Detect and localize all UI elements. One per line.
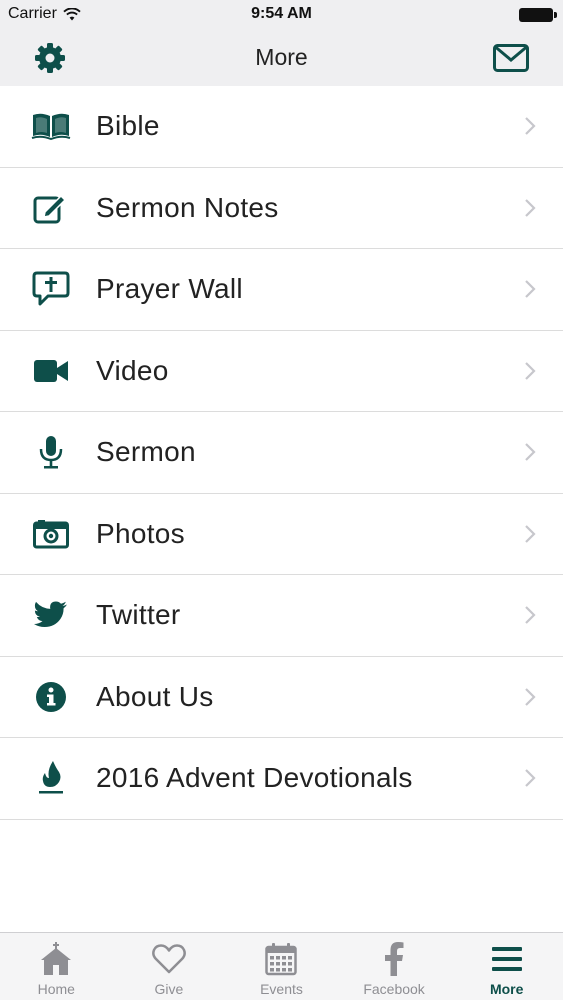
nav-bar: More [0,30,563,86]
menu-item-label: Sermon [96,436,196,468]
tab-label: Facebook [363,981,425,997]
chevron-right-icon [525,524,536,543]
chevron-right-icon [525,687,536,706]
facebook-icon [384,941,404,977]
flame-icon [30,760,72,796]
microphone-icon [30,434,72,470]
menu-item-prayer-wall[interactable]: Prayer Wall [0,249,563,331]
envelope-icon [493,44,529,72]
heart-icon [151,941,186,977]
menu-item-label: Sermon Notes [96,191,279,223]
tab-facebook[interactable]: Facebook [338,933,451,1000]
calendar-icon [265,941,298,977]
church-icon [39,941,73,977]
tab-bar: Home Give Events Facebook More [0,932,563,1000]
mail-button[interactable] [491,40,531,76]
status-time: 9:54 AM [251,5,312,22]
menu-item-label: Bible [96,110,160,142]
tab-give[interactable]: Give [113,933,226,1000]
chevron-right-icon [525,361,536,380]
menu-item-label: Twitter [96,599,181,631]
menu-item-label: 2016 Advent Devotionals [96,762,413,794]
battery-icon [519,8,557,22]
menu-item-label: Photos [96,517,185,549]
twitter-icon [30,597,72,633]
chevron-right-icon [525,280,536,299]
menu-item-video[interactable]: Video [0,331,563,412]
status-bar: Carrier 9:54 AM [0,0,563,30]
menu-item-advent-devotionals[interactable]: 2016 Advent Devotionals [0,738,563,820]
menu-item-sermon-notes[interactable]: Sermon Notes [0,168,563,249]
menu-item-about-us[interactable]: About Us [0,657,563,738]
menu-list: Bible Sermon Notes Prayer Wall Video Ser… [0,86,563,820]
tab-events[interactable]: Events [225,933,338,1000]
camera-icon [30,516,72,552]
tab-label: Home [37,981,75,997]
tab-home[interactable]: Home [0,933,113,1000]
tab-more[interactable]: More [450,933,563,1000]
menu-item-sermon[interactable]: Sermon [0,412,563,494]
menu-item-bible[interactable]: Bible [0,86,563,168]
page-title: More [255,44,308,70]
chevron-right-icon [525,769,536,788]
hamburger-icon [491,941,523,977]
prayer-bubble-icon [30,271,72,307]
menu-item-twitter[interactable]: Twitter [0,575,563,657]
chevron-right-icon [525,443,536,462]
menu-item-label: Video [96,354,169,386]
book-icon [30,108,72,144]
chevron-right-icon [525,198,536,217]
tab-label: Events [260,981,303,997]
menu-item-label: Prayer Wall [96,273,243,305]
chevron-right-icon [525,117,536,136]
video-camera-icon [30,353,72,389]
menu-item-photos[interactable]: Photos [0,494,563,575]
info-icon [30,679,72,715]
edit-icon [30,190,72,226]
tab-label: Give [154,981,184,997]
menu-item-label: About Us [96,680,214,712]
header: Carrier 9:54 AM More [0,0,563,86]
tab-label: More [489,981,524,997]
chevron-right-icon [525,606,536,625]
